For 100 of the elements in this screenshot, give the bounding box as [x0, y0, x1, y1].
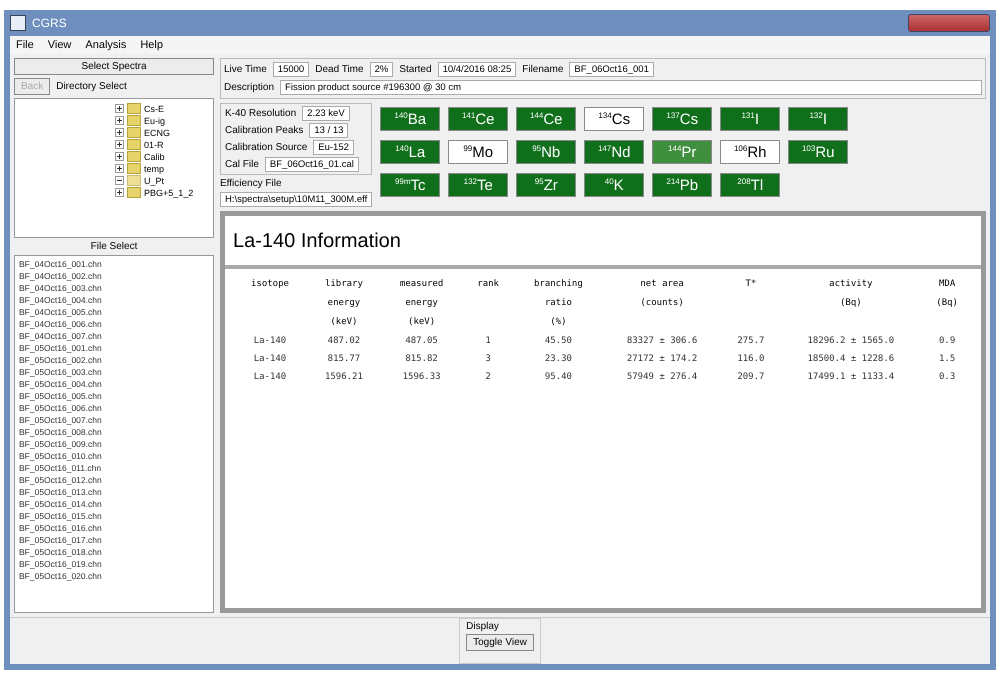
spectrum-entry[interactable]: BF_04Oct16_003.chn — [19, 282, 209, 294]
isotope-button[interactable]: $^{99}$Mo — [448, 140, 508, 164]
file-list[interactable] — [14, 255, 214, 613]
spectrum-entry[interactable]: BF_05Oct16_003.chn — [19, 366, 209, 378]
field-value: 2.23 keV — [302, 106, 350, 121]
menu-item[interactable]: View — [48, 39, 72, 51]
isotope-button[interactable]: $^{140}$La — [380, 140, 440, 164]
isotope-button[interactable]: $^{147}$Nd — [584, 140, 644, 164]
tree-item[interactable]: Cs-E — [144, 104, 164, 114]
menu-item[interactable]: File — [16, 39, 34, 51]
spectrum-entry[interactable]: BF_05Oct16_004.chn — [19, 378, 209, 390]
spectrum-entry[interactable]: BF_05Oct16_009.chn — [19, 438, 209, 450]
folder-icon — [127, 103, 141, 114]
directory-tree[interactable]: Cs-E Eu-ig ECNG 01-R Calib temp U_Pt PBG+5_1_2 — [14, 98, 214, 238]
column-header: (counts) — [639, 297, 685, 310]
table-cell-text: 27172 ± 174.2 — [626, 353, 698, 366]
spectrum-entry[interactable]: BF_04Oct16_005.chn — [19, 306, 209, 318]
spectrum-entry[interactable]: BF_05Oct16_013.chn — [19, 486, 209, 498]
spectrum-entry[interactable]: BF_04Oct16_002.chn — [19, 270, 209, 282]
isotope-button[interactable]: $^{106}$Rh — [720, 140, 780, 164]
field-label: Efficiency File — [220, 178, 283, 189]
tree-item[interactable]: 01-R — [144, 140, 164, 150]
efficiency-field[interactable]: H:\spectra\setup\10M11_300M.eff — [220, 192, 372, 207]
tree-item[interactable]: temp — [144, 164, 164, 174]
column-header: T* — [744, 278, 758, 291]
isotope-button[interactable]: $^{132}$Te — [448, 173, 508, 197]
tree-item[interactable]: ECNG — [144, 128, 170, 138]
table-cell-text: 1 — [484, 335, 492, 348]
toggle-view-button[interactable]: Toggle View — [466, 634, 534, 651]
table-cell-text: 3 — [484, 353, 492, 366]
spectrum-entry[interactable]: BF_05Oct16_019.chn — [19, 558, 209, 570]
isotope-button[interactable]: $^{40}$K — [584, 173, 644, 197]
spectrum-entry[interactable]: BF_04Oct16_007.chn — [19, 330, 209, 342]
spectrum-entry[interactable]: BF_05Oct16_014.chn — [19, 498, 209, 510]
spectrum-entry[interactable]: BF_05Oct16_012.chn — [19, 474, 209, 486]
column-header: energy — [326, 297, 362, 310]
expander-icon[interactable] — [115, 140, 124, 149]
field-label: Calibration Peaks — [225, 125, 304, 136]
expander-icon[interactable] — [115, 188, 124, 197]
expander-icon[interactable] — [115, 128, 124, 137]
table-cell-text: 487.05 — [404, 335, 439, 348]
table-cell-text: 116.0 — [736, 353, 766, 366]
spectrum-entry[interactable]: BF_05Oct16_017.chn — [19, 534, 209, 546]
column-header: MDA — [938, 278, 956, 291]
isotope-button[interactable]: $^{131}$I — [720, 107, 780, 131]
isotope-button[interactable]: $^{144}$Pr — [652, 140, 712, 164]
isotope-button[interactable]: $^{137}$Cs — [652, 107, 712, 131]
spectrum-entry[interactable]: BF_05Oct16_006.chn — [19, 402, 209, 414]
spectrum-entry[interactable]: BF_04Oct16_001.chn — [19, 258, 209, 270]
folder-icon — [127, 175, 141, 186]
tree-item[interactable]: Eu-ig — [144, 116, 166, 126]
isotope-button[interactable]: $^{99m}$Tc — [380, 173, 440, 197]
expander-icon[interactable] — [115, 152, 124, 161]
folder-icon — [127, 127, 141, 138]
spectrum-entry[interactable]: BF_05Oct16_011.chn — [19, 462, 209, 474]
spectrum-entry[interactable]: BF_05Oct16_007.chn — [19, 414, 209, 426]
spectrum-entry[interactable]: BF_05Oct16_020.chn — [19, 570, 209, 582]
isotope-button[interactable]: $^{144}$Ce — [516, 107, 576, 131]
isotope-button[interactable]: $^{141}$Ce — [448, 107, 508, 131]
expander-icon[interactable] — [115, 116, 124, 125]
isotope-button[interactable]: $^{140}$Ba — [380, 107, 440, 131]
table-cell-text: 45.50 — [544, 335, 573, 348]
table-cell-text: 57949 ± 276.4 — [626, 371, 698, 384]
isotope-button[interactable]: $^{132}$I — [788, 107, 848, 131]
table-cell-text: 815.82 — [404, 353, 439, 366]
field-label: Cal File — [225, 159, 259, 170]
isotope-button[interactable]: $^{95}$Zr — [516, 173, 576, 197]
tree-item[interactable]: PBG+5_1_2 — [144, 188, 194, 198]
table-cell-text: 23.30 — [544, 353, 573, 366]
spectrum-entry[interactable]: BF_04Oct16_006.chn — [19, 318, 209, 330]
file-select-label: File Select — [90, 241, 138, 252]
isotope-button[interactable]: $^{95}$Nb — [516, 140, 576, 164]
spectrum-entry[interactable]: BF_05Oct16_010.chn — [19, 450, 209, 462]
select-spectra-button[interactable]: Select Spectra — [14, 58, 214, 75]
display-label: Display — [466, 621, 500, 632]
directory-label: Directory Select — [56, 81, 127, 92]
column-header: library — [324, 278, 364, 291]
menu-item[interactable]: Help — [140, 39, 163, 51]
tree-item[interactable]: U_Pt — [144, 176, 164, 186]
expander-icon[interactable] — [115, 104, 124, 113]
spectrum-entry[interactable]: BF_04Oct16_004.chn — [19, 294, 209, 306]
isotope-button[interactable]: $^{134}$Cs — [584, 107, 644, 131]
isotope-button[interactable]: $^{214}$Pb — [652, 173, 712, 197]
expander-icon[interactable] — [115, 164, 124, 173]
description-field[interactable]: Fission product source #196300 @ 30 cm — [280, 80, 982, 95]
menu-item[interactable]: Analysis — [85, 39, 126, 51]
spectrum-entry[interactable]: BF_05Oct16_015.chn — [19, 510, 209, 522]
spectrum-entry[interactable]: BF_05Oct16_018.chn — [19, 546, 209, 558]
expander-icon[interactable] — [115, 176, 124, 185]
table-cell-text: 17499.1 ± 1133.4 — [806, 371, 896, 384]
field-label: Calibration Source — [225, 142, 308, 153]
tree-item[interactable]: Calib — [144, 152, 165, 162]
isotope-button[interactable]: $^{208}$Tl — [720, 173, 780, 197]
spectrum-entry[interactable]: BF_05Oct16_002.chn — [19, 354, 209, 366]
isotope-button[interactable]: $^{103}$Ru — [788, 140, 848, 164]
spectrum-entry[interactable]: BF_05Oct16_005.chn — [19, 390, 209, 402]
spectrum-entry[interactable]: BF_05Oct16_016.chn — [19, 522, 209, 534]
spectrum-entry[interactable]: BF_05Oct16_001.chn — [19, 342, 209, 354]
spectrum-entry[interactable]: BF_05Oct16_008.chn — [19, 426, 209, 438]
table-cell-text: 0.9 — [938, 335, 956, 348]
